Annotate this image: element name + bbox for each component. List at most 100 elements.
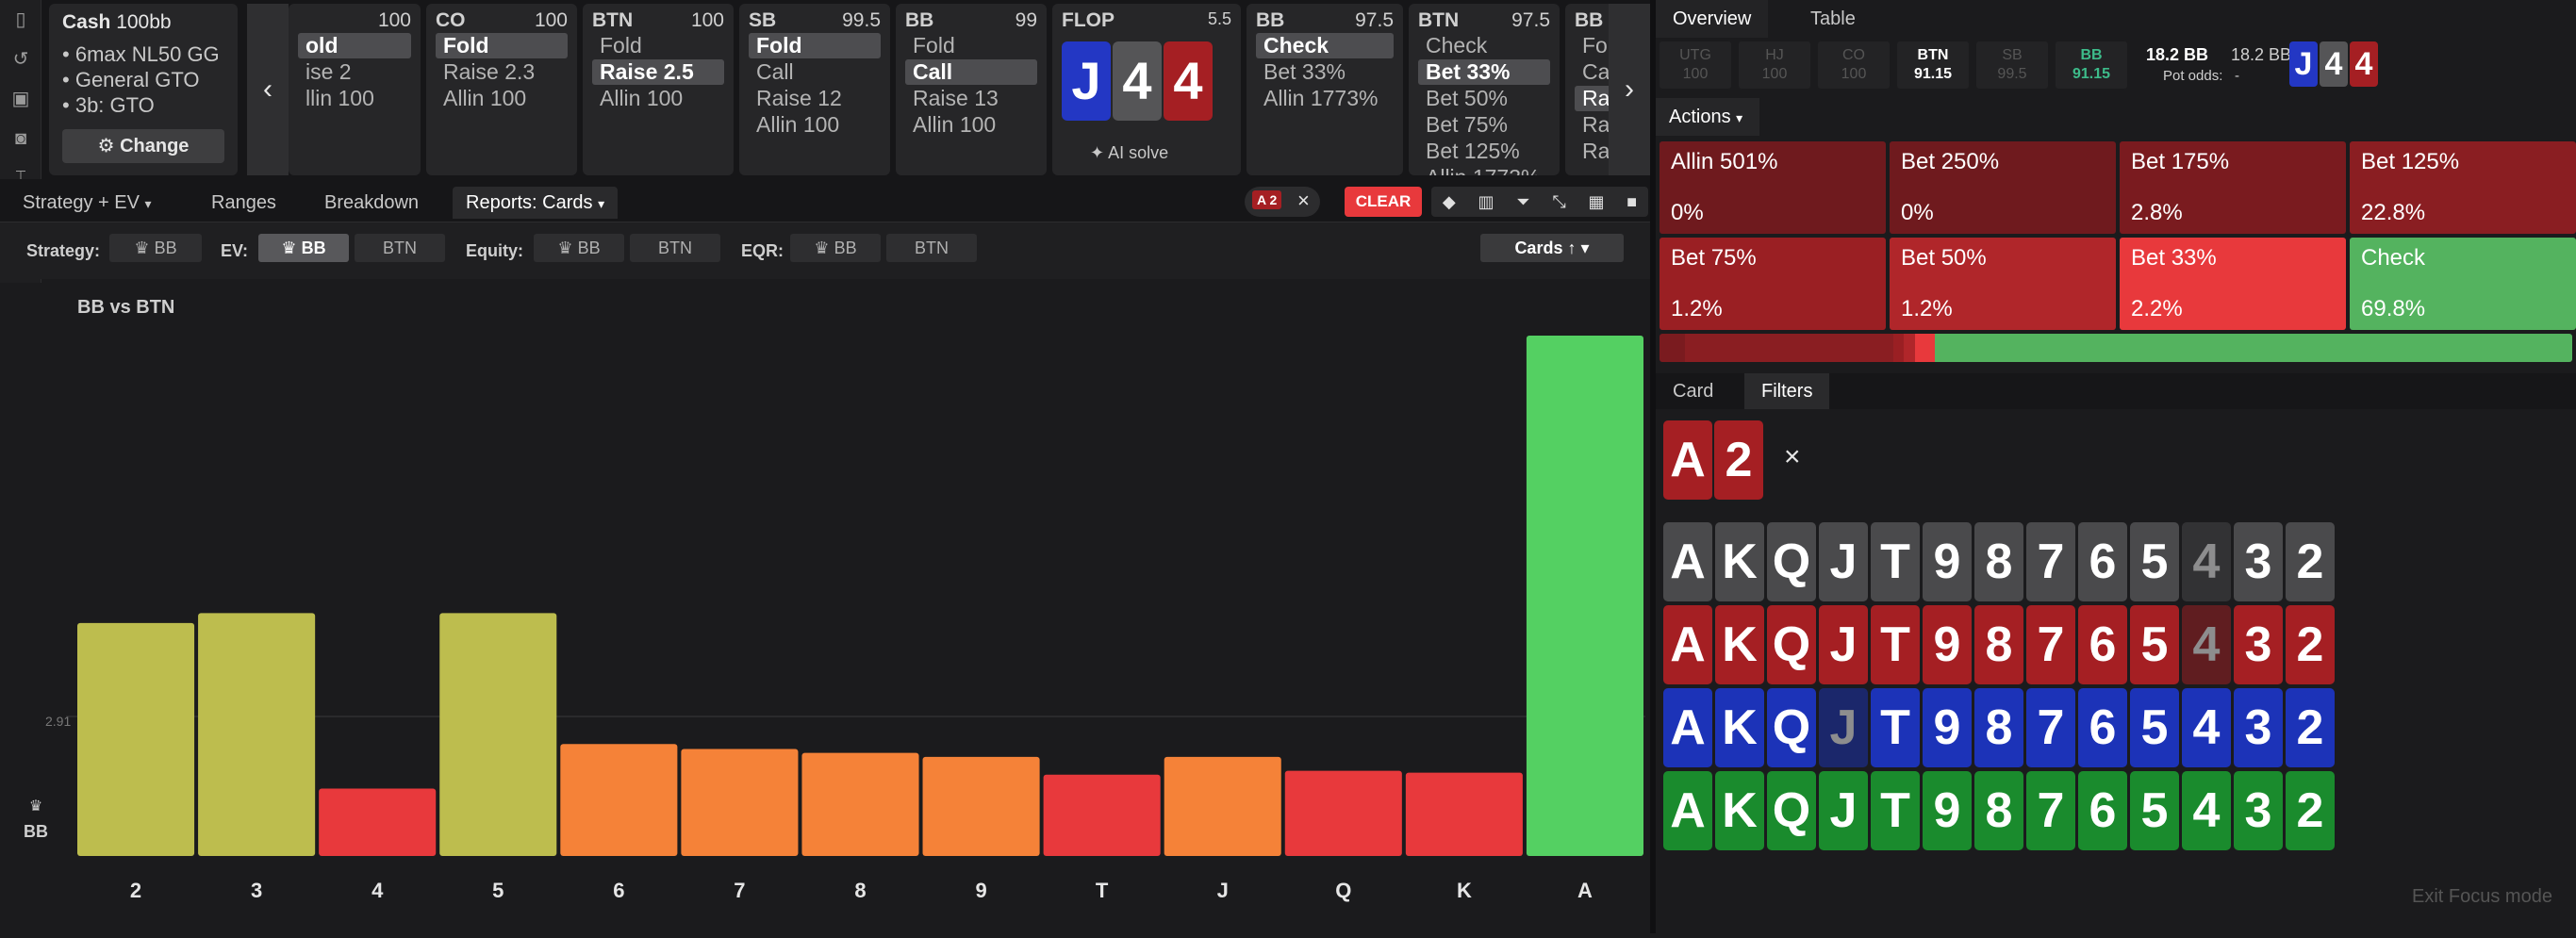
card-7-green[interactable]: 7 bbox=[2026, 771, 2075, 850]
bar-5[interactable] bbox=[439, 613, 557, 856]
action-option[interactable]: Bet 50% bbox=[1418, 86, 1550, 111]
bar-A[interactable] bbox=[1526, 336, 1643, 856]
card-3-green[interactable]: 3 bbox=[2234, 771, 2283, 850]
position-co[interactable]: CO 100 bbox=[1818, 41, 1890, 89]
action-option[interactable]: Raise 13 bbox=[905, 86, 1037, 111]
action-cell[interactable]: Bet 33% 2.2% bbox=[2120, 238, 2346, 330]
tab-card[interactable]: Card bbox=[1656, 373, 1730, 409]
action-option[interactable]: Fold bbox=[905, 33, 1037, 58]
card-7-gray[interactable]: 7 bbox=[2026, 522, 2075, 601]
card-9-gray[interactable]: 9 bbox=[1923, 522, 1972, 601]
card-j-blue[interactable]: J bbox=[1819, 688, 1868, 767]
action-option[interactable]: Allin 100 bbox=[592, 86, 724, 111]
card-7-blue[interactable]: 7 bbox=[2026, 688, 2075, 767]
action-option[interactable]: old bbox=[298, 33, 411, 58]
card-t-blue[interactable]: T bbox=[1871, 688, 1920, 767]
action-option[interactable]: Allin 1773% bbox=[1256, 86, 1394, 111]
filter-card-a[interactable]: A bbox=[1663, 420, 1712, 500]
card-5-blue[interactable]: 5 bbox=[2130, 688, 2179, 767]
action-cell[interactable]: Bet 50% 1.2% bbox=[1890, 238, 2116, 330]
card-q-blue[interactable]: Q bbox=[1767, 688, 1816, 767]
card-k-red[interactable]: K bbox=[1715, 605, 1764, 684]
equity-btn-toggle[interactable]: BTN bbox=[630, 234, 720, 262]
card-4-gray[interactable]: 4 bbox=[2182, 522, 2231, 601]
card-6-red[interactable]: 6 bbox=[2078, 605, 2127, 684]
cube-icon[interactable]: ◆ bbox=[1443, 192, 1456, 212]
action-cell[interactable]: Bet 175% 2.8% bbox=[2120, 141, 2346, 234]
position-utg[interactable]: UTG 100 bbox=[1660, 41, 1731, 89]
tab-table[interactable]: Table bbox=[1793, 0, 1873, 38]
clear-filter-icon[interactable]: × bbox=[1784, 441, 1801, 473]
action-option[interactable]: Check bbox=[1256, 33, 1394, 58]
bar-8[interactable] bbox=[801, 752, 919, 856]
card-7-red[interactable]: 7 bbox=[2026, 605, 2075, 684]
card-k-gray[interactable]: K bbox=[1715, 522, 1764, 601]
bar-chart-icon[interactable]: ▥ bbox=[1478, 192, 1494, 212]
card-a-red[interactable]: A bbox=[1663, 605, 1712, 684]
card-t-gray[interactable]: T bbox=[1871, 522, 1920, 601]
action-option[interactable]: Allin 100 bbox=[749, 112, 881, 138]
card-a-green[interactable]: A bbox=[1663, 771, 1712, 850]
card-8-blue[interactable]: 8 bbox=[1974, 688, 2023, 767]
bar-6[interactable] bbox=[560, 744, 678, 856]
card-9-green[interactable]: 9 bbox=[1923, 771, 1972, 850]
clear-button[interactable]: CLEAR bbox=[1345, 187, 1422, 217]
tab-filters[interactable]: Filters bbox=[1744, 373, 1830, 409]
sort-dropdown[interactable]: Cards ↑ ▾ bbox=[1480, 234, 1624, 262]
bar-7[interactable] bbox=[681, 749, 799, 856]
bar-4[interactable] bbox=[319, 788, 437, 856]
card-6-green[interactable]: 6 bbox=[2078, 771, 2127, 850]
exit-focus-mode-link[interactable]: Exit Focus mode bbox=[2412, 886, 2552, 908]
card-3-blue[interactable]: 3 bbox=[2234, 688, 2283, 767]
gamepad-icon[interactable]: ◙ bbox=[0, 119, 41, 158]
action-option[interactable]: Fold bbox=[436, 33, 568, 58]
card-q-gray[interactable]: Q bbox=[1767, 522, 1816, 601]
bar-T[interactable] bbox=[1043, 774, 1161, 856]
card-2-blue[interactable]: 2 bbox=[2286, 688, 2335, 767]
card-5-green[interactable]: 5 bbox=[2130, 771, 2179, 850]
eqr-btn-toggle[interactable]: BTN bbox=[886, 234, 977, 262]
filter-icon[interactable]: ⏷ bbox=[1516, 192, 1529, 212]
card-q-red[interactable]: Q bbox=[1767, 605, 1816, 684]
action-option[interactable]: Fold bbox=[592, 33, 724, 58]
card-9-red[interactable]: 9 bbox=[1923, 605, 1972, 684]
equity-bb-toggle[interactable]: ♛ BB bbox=[534, 234, 624, 262]
action-cell[interactable]: Bet 75% 1.2% bbox=[1660, 238, 1886, 330]
card-j-gray[interactable]: J bbox=[1819, 522, 1868, 601]
action-option[interactable]: Raise 2.5 bbox=[592, 59, 724, 85]
card-2-green[interactable]: 2 bbox=[2286, 771, 2335, 850]
position-sb[interactable]: SB 99.5 bbox=[1976, 41, 2048, 89]
card-9-blue[interactable]: 9 bbox=[1923, 688, 1972, 767]
bar-3[interactable] bbox=[198, 613, 316, 856]
action-option[interactable]: ise 2 bbox=[298, 59, 411, 85]
bar-9[interactable] bbox=[922, 756, 1040, 856]
card-8-green[interactable]: 8 bbox=[1974, 771, 2023, 850]
close-icon[interactable]: × bbox=[1297, 189, 1310, 213]
filter-card-2[interactable]: 2 bbox=[1714, 420, 1763, 500]
flop-card-3[interactable]: 4 bbox=[1164, 41, 1213, 121]
ev-btn-toggle[interactable]: BTN bbox=[355, 234, 445, 262]
strategy-bb-toggle[interactable]: ♛ BB bbox=[109, 234, 202, 262]
card-6-blue[interactable]: 6 bbox=[2078, 688, 2127, 767]
action-option[interactable]: Check bbox=[1418, 33, 1550, 58]
card-3-gray[interactable]: 3 bbox=[2234, 522, 2283, 601]
bookmark-icon[interactable]: ▯ bbox=[0, 0, 41, 40]
bar-J[interactable] bbox=[1164, 756, 1281, 856]
tab-strategy-ev[interactable]: Strategy + EV ▾ bbox=[9, 187, 165, 219]
card-k-green[interactable]: K bbox=[1715, 771, 1764, 850]
action-cell[interactable]: Bet 250% 0% bbox=[1890, 141, 2116, 234]
position-bb[interactable]: BB 91.15 bbox=[2056, 41, 2127, 89]
card-t-red[interactable]: T bbox=[1871, 605, 1920, 684]
change-button[interactable]: ⚙ Change bbox=[62, 129, 224, 163]
flop-card-1[interactable]: J bbox=[1062, 41, 1111, 121]
card-t-green[interactable]: T bbox=[1871, 771, 1920, 850]
action-option[interactable]: llin 100 bbox=[298, 86, 411, 111]
action-cell[interactable]: Allin 501% 0% bbox=[1660, 141, 1886, 234]
card-2-red[interactable]: 2 bbox=[2286, 605, 2335, 684]
action-option[interactable]: Raise 2.3 bbox=[436, 59, 568, 85]
compress-icon[interactable]: ⤡ bbox=[1552, 192, 1565, 212]
action-option[interactable]: Call bbox=[905, 59, 1037, 85]
flop-card-2[interactable]: 4 bbox=[1113, 41, 1162, 121]
action-option[interactable]: Allin 100 bbox=[436, 86, 568, 111]
action-option[interactable]: Bet 33% bbox=[1256, 59, 1394, 85]
